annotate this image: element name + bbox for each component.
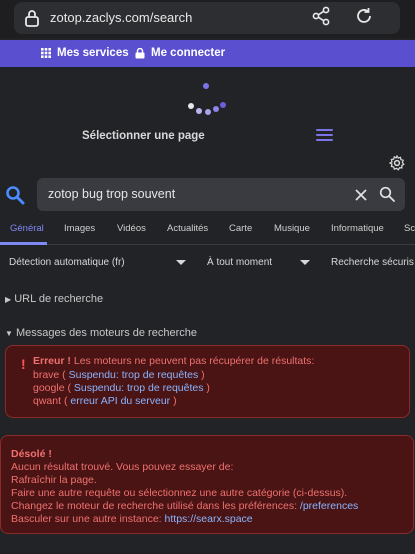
engine-error-reason[interactable]: Suspendu: trop de requêtes [74,382,204,394]
triangle-right-icon: ▶ [5,295,12,304]
search-input[interactable]: zotop bug trop souvent [37,178,405,211]
no-results-heading: Désolé ! [11,448,52,460]
searx-space-link[interactable]: https://searx.space [165,513,253,525]
tab-science[interactable]: Sc [404,223,415,234]
search-query: zotop bug trop souvent [48,187,176,201]
engine-error-reason[interactable]: erreur API du serveur [70,395,170,407]
preferences-prefix: Changez le moteur de recherche utilisé d… [11,500,300,512]
tab-videos[interactable]: Vidéos [117,223,146,234]
padlock-icon [135,47,145,58]
login-link[interactable]: Me connecter [135,47,225,59]
triangle-down-icon: ▼ [5,329,13,338]
tab-music[interactable]: Musique [274,223,310,234]
search-url-label: URL de recherche [14,293,104,305]
language-chevron-down-icon[interactable] [176,260,186,265]
engine-name: qwant [33,395,62,407]
language-select[interactable]: Détection automatique (fr) [9,257,125,268]
no-results-line: Faire une autre requête ou sélectionnez … [11,487,348,499]
lock-icon [24,9,40,32]
no-results-line: Changez le moteur de recherche utilisé d… [11,500,358,512]
clear-icon[interactable] [355,188,367,206]
reload-icon[interactable] [354,6,374,31]
browser-toolbar: zotop.zaclys.com/search [0,0,415,38]
loading-spinner-icon [188,83,226,115]
gear-icon[interactable] [388,154,405,176]
engine-error-row: qwant ( erreur API du serveur ) [33,395,177,407]
safesearch-select[interactable]: Recherche sécuris [331,257,414,268]
url-text: zotop.zaclys.com/search [50,10,193,25]
no-results-line: Rafraîchir la page. [11,474,97,486]
tab-images[interactable]: Images [64,223,95,234]
search-url-toggle[interactable]: ▶ URL de recherche [5,293,103,305]
no-results-heading-text: Désolé ! [11,448,52,460]
search-icon[interactable] [5,185,25,210]
engine-name: brave [33,369,60,381]
no-results-line: Aucun résultat trouvé. Vous pouvez essay… [11,461,234,473]
login-label: Me connecter [151,47,226,59]
submit-search-icon[interactable] [379,186,395,207]
category-title: Sélectionner une page [82,130,205,142]
engine-errors-message: Les moteurs ne peuvent pas récupérer de … [73,355,315,367]
time-select[interactable]: À tout moment [207,257,272,268]
menu-icon[interactable] [316,129,333,144]
engine-messages-label: Messages des moteurs de recherche [15,327,197,339]
active-tab-indicator [0,242,47,245]
no-results-alert: Désolé ! Aucun résultat trouvé. Vous pou… [0,435,414,534]
category-tabs: Général Images Vidéos Actualités Carte M… [0,218,415,245]
engine-errors-alert: ! Erreur ! Les moteurs ne peuvent pas ré… [5,345,410,418]
share-icon[interactable] [311,6,331,31]
engine-errors-headline: Erreur ! Les moteurs ne peuvent pas récu… [33,355,314,367]
no-results-line: Basculer sur une autre instance: https:/… [11,513,253,525]
services-label: Mes services [57,47,129,59]
grid-icon [41,48,51,58]
tab-news[interactable]: Actualités [167,223,208,234]
site-nav: Mes services Me connecter [0,40,415,67]
address-bar[interactable]: zotop.zaclys.com/search [14,2,400,34]
tab-general[interactable]: Général [10,223,44,234]
engine-name: google [33,382,65,394]
engine-messages-toggle[interactable]: ▼ Messages des moteurs de recherche [5,327,197,339]
tab-map[interactable]: Carte [229,223,252,234]
tab-it[interactable]: Informatique [331,223,384,234]
engine-errors-heading: Erreur ! [33,355,71,367]
engine-error-reason[interactable]: Suspendu: trop de requêtes [69,369,199,381]
engine-error-row: google ( Suspendu: trop de requêtes ) [33,382,210,394]
warning-icon: ! [21,356,26,372]
preferences-link[interactable]: /preferences [300,500,358,512]
engine-error-row: brave ( Suspendu: trop de requêtes ) [33,369,205,381]
instance-prefix: Basculer sur une autre instance: [11,513,165,525]
time-chevron-down-icon[interactable] [300,260,310,265]
services-link[interactable]: Mes services [41,47,129,59]
